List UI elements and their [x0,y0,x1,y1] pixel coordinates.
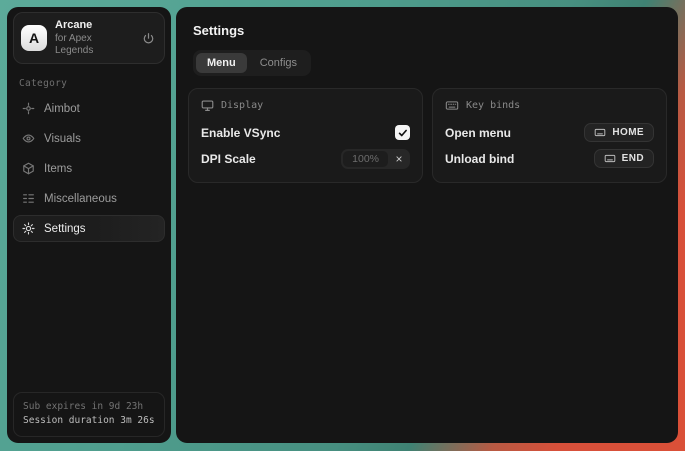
display-card: Display Enable VSync DPI Scale [188,88,423,183]
clear-icon[interactable]: × [390,151,408,167]
unload-keybind-button[interactable]: END [594,149,654,168]
open-menu-label: Open menu [445,126,511,140]
sidebar-item-label: Visuals [44,133,81,145]
crosshair-icon [22,102,35,115]
display-card-title: Display [221,100,263,111]
sidebar-item-settings[interactable]: Settings [13,215,165,242]
brand-name: Arcane [55,19,131,32]
desktop-background: A Arcane for Apex Legends Category [0,0,685,451]
dpi-scale-input-group: 100% × [341,149,410,169]
tab-menu[interactable]: Menu [196,53,247,73]
settings-cards: Display Enable VSync DPI Scale [188,88,667,183]
sidebar-item-items[interactable]: Items [13,155,165,182]
brand-text: Arcane for Apex Legends [55,19,131,57]
keyboard-icon [445,99,459,112]
dpi-row: DPI Scale 100% × [201,147,410,170]
category-label: Category [19,78,165,89]
unload-bind-key: END [622,153,644,164]
sidebar-item-visuals[interactable]: Visuals [13,125,165,152]
keybinds-card-title: Key binds [466,100,520,111]
power-icon[interactable] [139,29,157,47]
sub-expires-text: Sub expires in 9d 23h [23,400,155,415]
vsync-label: Enable VSync [201,126,280,140]
keyboard-icon [604,153,616,164]
main-content: Settings Menu Configs Display [176,7,678,443]
dpi-label: DPI Scale [201,152,256,166]
page-title: Settings [193,23,667,38]
check-icon [398,128,408,138]
eye-icon [22,132,35,145]
brand-card: A Arcane for Apex Legends [13,12,165,64]
brand-subtitle: for Apex Legends [55,33,131,57]
tab-configs[interactable]: Configs [249,53,308,73]
monitor-icon [201,99,214,112]
session-info-card: Sub expires in 9d 23h Session duration 3… [13,392,165,437]
sidebar-spacer [13,242,165,391]
unload-bind-row: Unload bind END [445,147,654,170]
sidebar-item-label: Items [44,163,72,175]
tab-bar: Menu Configs [193,50,311,76]
keybinds-card-header: Key binds [445,99,654,112]
unload-bind-label: Unload bind [445,152,514,166]
vsync-row: Enable VSync [201,121,410,144]
vsync-checkbox[interactable] [395,125,410,140]
sidebar-item-miscellaneous[interactable]: Miscellaneous [13,185,165,212]
open-menu-keybind-button[interactable]: HOME [584,123,654,142]
open-menu-row: Open menu HOME [445,121,654,144]
sidebar-item-label: Settings [44,223,86,235]
sidebar-item-aimbot[interactable]: Aimbot [13,95,165,122]
keybinds-card: Key binds Open menu HOME [432,88,667,183]
gear-icon [22,222,35,235]
sidebar-item-label: Miscellaneous [44,193,117,205]
dpi-scale-value[interactable]: 100% [343,151,388,167]
display-card-header: Display [201,99,410,112]
list-icon [22,192,35,205]
keyboard-icon [594,127,606,138]
open-menu-key: HOME [612,127,644,138]
app-logo: A [21,25,47,51]
cube-icon [22,162,35,175]
sidebar-item-label: Aimbot [44,103,80,115]
sidebar: A Arcane for Apex Legends Category [7,7,171,443]
session-duration-text: Session duration 3m 26s [23,414,155,429]
sidebar-nav: Aimbot Visuals Items [13,95,165,242]
